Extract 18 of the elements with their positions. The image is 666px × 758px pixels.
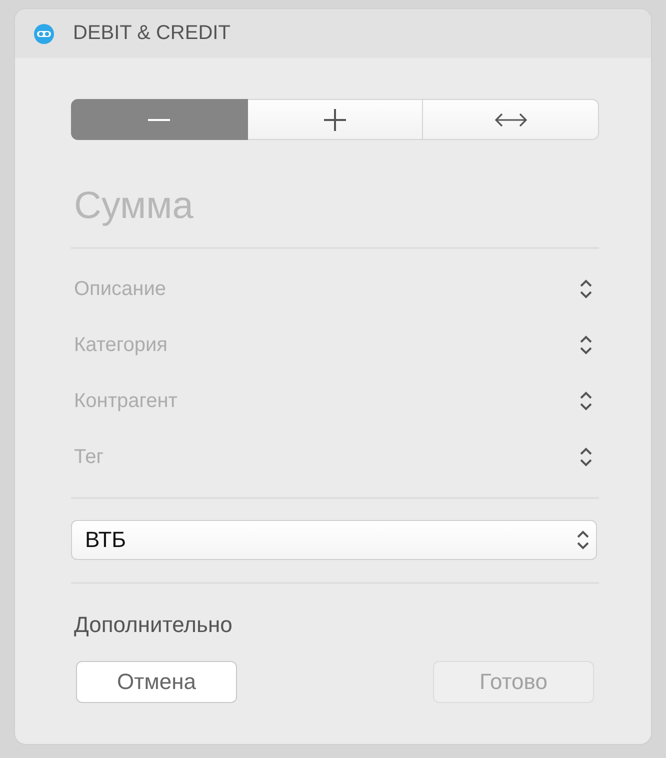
dialog-button[interactable]: Отмена (76, 661, 237, 703)
section-label: Дополнительно (73, 612, 232, 638)
combo-field[interactable]: Описание (71, 278, 579, 300)
double-arrow-icon (494, 112, 527, 126)
window-title: DEBIT & CREDIT (73, 22, 230, 45)
combo-field[interactable]: Контрагент (71, 390, 579, 412)
account-popup[interactable]: ВТБ (71, 520, 597, 560)
combo-field[interactable]: Тег (71, 446, 579, 468)
up-down-chevron-icon (579, 446, 593, 468)
up-down-chevron-icon (579, 334, 593, 356)
up-down-chevron-icon (576, 529, 590, 551)
up-down-chevron-icon (579, 390, 593, 412)
up-down-chevron-icon (579, 278, 593, 300)
segment-button[interactable] (71, 99, 248, 140)
app-icon (33, 22, 55, 44)
minus-icon (148, 118, 170, 122)
plus-icon (324, 108, 346, 130)
combo-field[interactable]: Категория (71, 334, 579, 356)
